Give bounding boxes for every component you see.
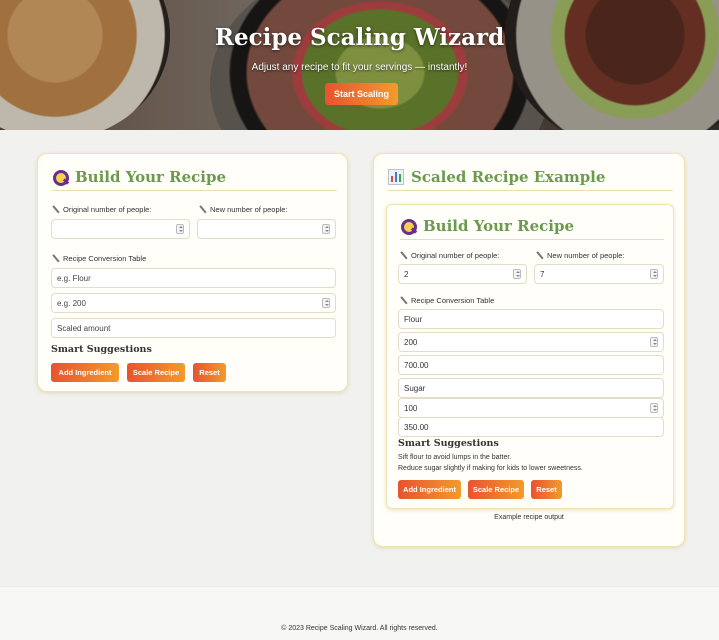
new-people-input[interactable]: [197, 219, 336, 239]
new-people-label: New number of people:: [199, 205, 288, 214]
build-recipe-heading: Build Your Recipe: [52, 168, 337, 191]
amount-input[interactable]: e.g. 200: [51, 293, 336, 313]
stepper-icon[interactable]: [176, 224, 184, 234]
original-people-input[interactable]: [51, 219, 190, 239]
example-scaled-input[interactable]: 350.00: [398, 417, 664, 437]
pin-icon: [52, 206, 59, 213]
magnifier-icon: [400, 218, 417, 235]
example-ingredient-input[interactable]: Sugar: [398, 378, 664, 398]
example-new-input[interactable]: 7: [534, 264, 664, 284]
example-add-ingredient-button[interactable]: Add Ingredient: [398, 480, 461, 499]
pin-icon: [400, 297, 407, 304]
smart-suggestions-heading: Smart Suggestions: [51, 344, 152, 355]
reset-button[interactable]: Reset: [193, 363, 226, 382]
pin-icon: [199, 206, 206, 213]
add-ingredient-button[interactable]: Add Ingredient: [51, 363, 119, 382]
pin-icon: [52, 255, 59, 262]
ingredient-input[interactable]: e.g. Flour: [51, 268, 336, 288]
example-scale-recipe-button[interactable]: Scale Recipe: [468, 480, 524, 499]
example-ingredient-input[interactable]: Flour: [398, 309, 664, 329]
start-scaling-button[interactable]: Start Scaling: [325, 83, 398, 105]
scaled-recipe-example-card: Scaled Recipe Example Build Your Recipe …: [373, 153, 685, 547]
bar-chart-icon: [388, 169, 404, 185]
example-amount-input[interactable]: 200: [398, 332, 664, 352]
scale-recipe-button[interactable]: Scale Recipe: [127, 363, 185, 382]
hero-subtitle: Adjust any recipe to fit your servings —…: [251, 62, 468, 73]
hero-title: Recipe Scaling Wizard: [214, 24, 505, 51]
suggestion-item: Sift flour to avoid lumps in the batter.: [398, 454, 512, 461]
footer-copyright: © 2023 Recipe Scaling Wizard. All rights…: [281, 625, 438, 632]
example-inner-card: Build Your Recipe Original number of peo…: [386, 204, 674, 509]
footer: © 2023 Recipe Scaling Wizard. All rights…: [0, 586, 719, 640]
example-original-input[interactable]: 2: [398, 264, 527, 284]
build-recipe-card: Build Your Recipe Original number of peo…: [37, 153, 348, 392]
example-build-heading: Build Your Recipe: [400, 217, 664, 240]
stepper-icon[interactable]: [650, 337, 658, 347]
example-reset-button[interactable]: Reset: [531, 480, 562, 499]
stepper-icon[interactable]: [650, 269, 658, 279]
example-new-label: New number of people:: [536, 251, 625, 260]
example-scaled-input[interactable]: 700.00: [398, 355, 664, 375]
stepper-icon[interactable]: [650, 403, 658, 413]
example-original-label: Original number of people:: [400, 251, 499, 260]
stepper-icon[interactable]: [322, 298, 330, 308]
hero-banner: Recipe Scaling Wizard Adjust any recipe …: [0, 0, 719, 130]
example-table-label: Recipe Conversion Table: [400, 296, 494, 305]
example-smart-suggestions-heading: Smart Suggestions: [398, 438, 499, 449]
magnifier-icon: [52, 169, 69, 186]
example-amount-input[interactable]: 100: [398, 398, 664, 418]
pin-icon: [400, 252, 407, 259]
original-people-label: Original number of people:: [52, 205, 151, 214]
stepper-icon[interactable]: [513, 269, 521, 279]
example-caption: Example recipe output: [494, 514, 564, 521]
scaled-amount-input[interactable]: Scaled amount: [51, 318, 336, 338]
conversion-table-label: Recipe Conversion Table: [52, 254, 146, 263]
pin-icon: [536, 252, 543, 259]
stepper-icon[interactable]: [322, 224, 330, 234]
scaled-recipe-heading: Scaled Recipe Example: [388, 168, 673, 191]
suggestion-item: Reduce sugar slightly if making for kids…: [398, 465, 583, 472]
